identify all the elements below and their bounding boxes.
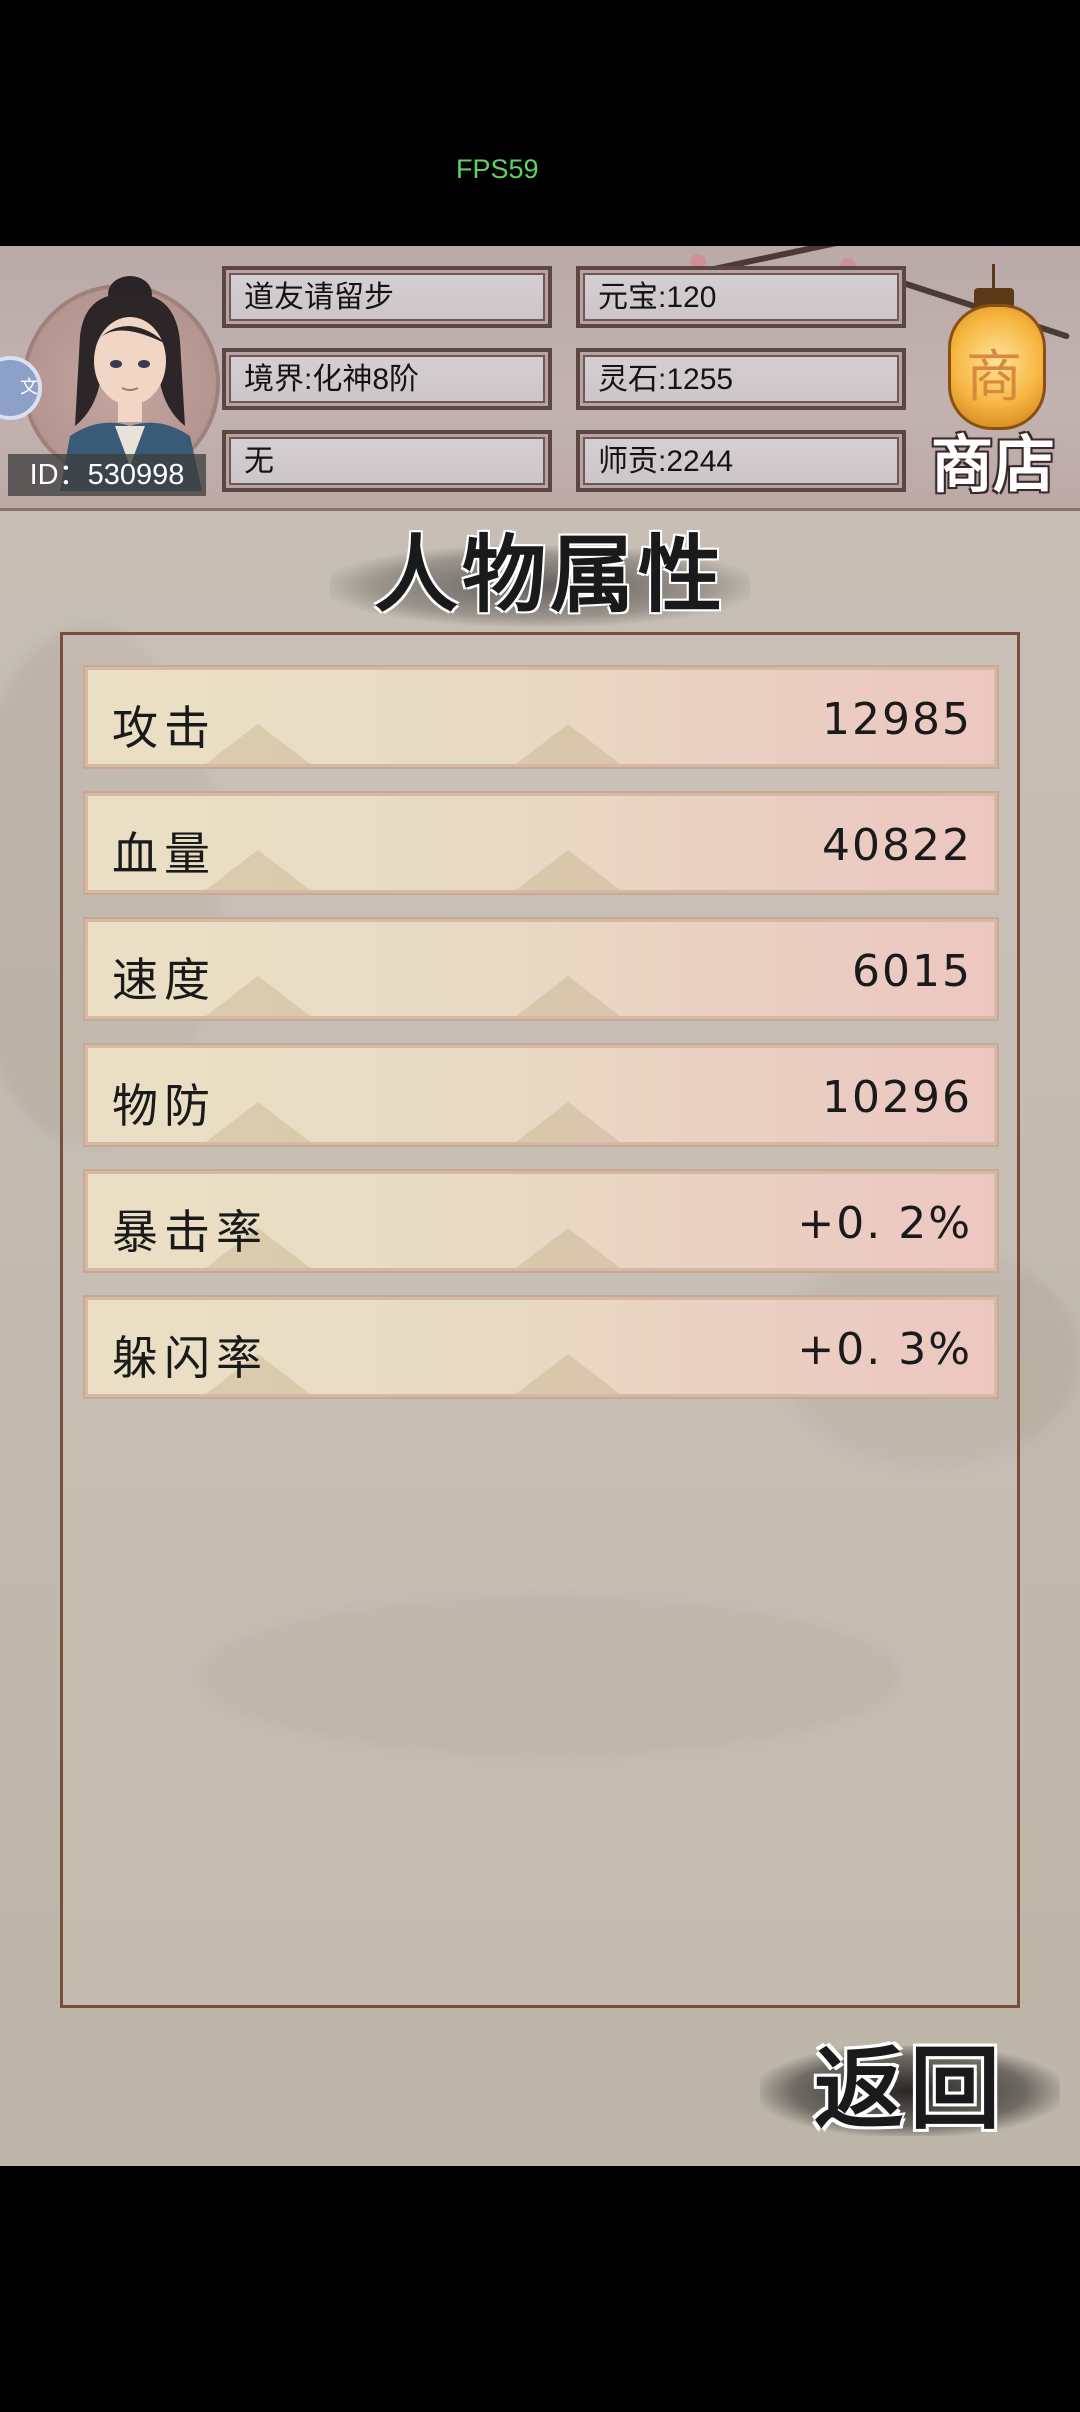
yuanbao-field: 元宝:120 <box>576 266 906 328</box>
stat-row-defense: 物防 10296 <box>83 1043 999 1147</box>
extra-field: 无 <box>222 430 552 492</box>
stat-value: +0. 2% <box>797 1198 972 1249</box>
page-title: 人物属性 <box>373 525 726 624</box>
top-header: 文 ID：530998 道友请留步 境界:化神8阶 无 元宝:120 灵石:12… <box>0 246 1080 511</box>
mountain-decoration <box>508 724 628 764</box>
shop-label: 商店 <box>930 428 1055 501</box>
mountain-decoration <box>198 724 318 764</box>
back-button[interactable]: 返回 <box>790 2016 1030 2146</box>
mountain-decoration <box>508 976 628 1016</box>
stat-row-attack: 攻击 12985 <box>83 665 999 769</box>
stat-label: 物防 <box>112 1079 216 1133</box>
stat-row-hp: 血量 40822 <box>83 791 999 895</box>
lantern-string <box>992 264 995 290</box>
phone-screen: FPS59 文 ID：530998 道友请留步 境界:化神8阶 无 元宝:120… <box>0 0 1080 2412</box>
stat-value: 6015 <box>852 946 972 997</box>
game-viewport: 文 ID：530998 道友请留步 境界:化神8阶 无 元宝:120 灵石:12… <box>0 246 1080 2166</box>
mountain-decoration <box>508 1228 628 1268</box>
mountain-decoration <box>508 1102 628 1142</box>
shigong-field: 师贡:2244 <box>576 430 906 492</box>
stat-value: 12985 <box>822 694 972 745</box>
stat-row-crit-rate: 暴击率 +0. 2% <box>83 1169 999 1273</box>
stat-label: 躲闪率 <box>112 1331 268 1385</box>
stat-row-dodge-rate: 躲闪率 +0. 3% <box>83 1295 999 1399</box>
shop-button[interactable]: 商 商店 <box>928 264 1058 496</box>
player-name-field: 道友请留步 <box>222 266 552 328</box>
fps-counter: FPS59 <box>456 154 539 184</box>
stat-row-speed: 速度 6015 <box>83 917 999 1021</box>
mountain-decoration <box>198 850 318 890</box>
stat-value: +0. 3% <box>797 1324 972 1375</box>
stat-value: 40822 <box>822 820 972 871</box>
mountain-decoration <box>198 1102 318 1142</box>
stat-label: 血量 <box>112 827 216 881</box>
lingshi-field: 灵石:1255 <box>576 348 906 410</box>
player-id: ID：530998 <box>8 454 206 496</box>
stat-label: 攻击 <box>112 701 216 755</box>
lantern-char: 商 <box>966 345 1022 410</box>
stat-value: 10296 <box>822 1072 972 1123</box>
realm-field: 境界:化神8阶 <box>222 348 552 410</box>
mountain-decoration <box>198 976 318 1016</box>
stat-label: 暴击率 <box>112 1205 268 1259</box>
mountain-decoration <box>508 850 628 890</box>
mountain-decoration <box>508 1354 628 1394</box>
stat-label: 速度 <box>112 953 216 1007</box>
attributes-panel: 攻击 12985 血量 40822 速度 6015 物防 10296 暴击率 +… <box>60 632 1020 2008</box>
